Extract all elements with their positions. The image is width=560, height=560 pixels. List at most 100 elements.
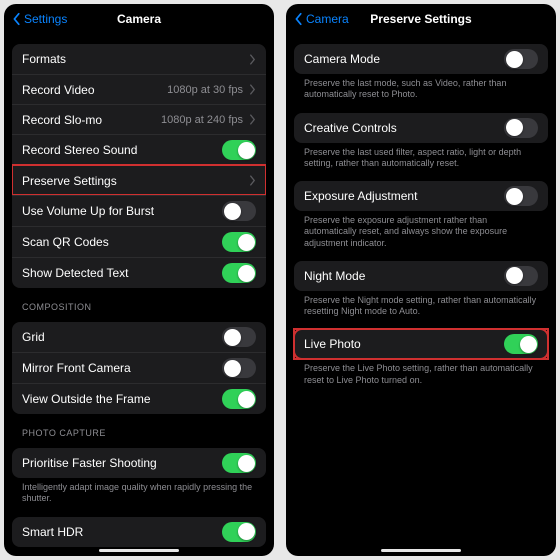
toggle-knob [238,391,255,408]
settings-row[interactable]: Mirror Front Camera [12,352,266,383]
toggle-knob [238,142,255,159]
row-label: View Outside the Frame [22,392,222,406]
toggle[interactable] [222,358,256,378]
toggle[interactable] [222,140,256,160]
row-label: Record Slo-mo [22,113,161,127]
toggle[interactable] [504,266,538,286]
settings-row[interactable]: Show Detected Text [12,257,266,288]
settings-group-hdr: Smart HDR [12,517,266,547]
settings-row[interactable]: Record Slo-mo1080p at 240 fps [12,104,266,134]
section-header-photo-capture: PHOTO CAPTURE [22,428,262,438]
settings-row[interactable]: Exposure Adjustment [294,181,548,211]
settings-row[interactable]: Smart HDR [12,517,266,547]
toggle[interactable] [222,522,256,542]
row-label: Creative Controls [304,121,504,135]
row-label: Night Mode [304,269,504,283]
preserve-group: Creative Controls [294,113,548,143]
toggle-knob [520,336,537,353]
settings-group-photo-capture: Prioritise Faster Shooting [12,448,266,478]
settings-row[interactable]: Record Video1080p at 30 fps [12,74,266,104]
chevron-left-icon [12,12,22,26]
toggle-knob [238,523,255,540]
row-value: 1080p at 240 fps [161,114,243,126]
chevron-right-icon [249,114,256,125]
toggle[interactable] [222,263,256,283]
toggle[interactable] [222,389,256,409]
chevron-right-icon [249,54,256,65]
chevron-right-icon [249,175,256,186]
row-label: Live Photo [304,337,504,351]
toggle-knob [506,51,523,68]
back-button[interactable]: Settings [12,12,67,26]
row-label: Preserve Settings [22,174,249,188]
settings-row[interactable]: Preserve Settings [12,165,266,195]
row-label: Show Detected Text [22,266,222,280]
row-label: Exposure Adjustment [304,189,504,203]
back-button[interactable]: Camera [294,12,349,26]
scroll-area[interactable]: FormatsRecord Video1080p at 30 fpsRecord… [4,34,274,556]
settings-row[interactable]: Record Stereo Sound [12,134,266,165]
toggle-knob [238,265,255,282]
row-description: Preserve the Night mode setting, rather … [294,291,548,320]
row-label: Formats [22,52,249,66]
settings-row[interactable]: Grid [12,322,266,352]
settings-row[interactable]: Scan QR Codes [12,226,266,257]
settings-row[interactable]: Prioritise Faster Shooting [12,448,266,478]
toggle[interactable] [504,118,538,138]
toggle-knob [506,188,523,205]
row-label: Grid [22,330,222,344]
settings-group-composition: Grid Mirror Front Camera View Outside the … [12,322,266,414]
row-description: Preserve the last used filter, aspect ra… [294,143,548,172]
toggle[interactable] [504,186,538,206]
row-description: Preserve the Live Photo setting, rather … [294,359,548,388]
navbar: Settings Camera [4,4,274,34]
home-indicator[interactable] [99,549,179,552]
scroll-area[interactable]: Camera Mode Preserve the last mode, such … [286,34,556,556]
toggle-knob [506,119,523,136]
row-description: Preserve the exposure adjustment rather … [294,211,548,251]
toggle-knob [506,267,523,284]
row-label: Camera Mode [304,52,504,66]
toggle[interactable] [222,201,256,221]
preserve-group: Exposure Adjustment [294,181,548,211]
toggle-knob [238,234,255,251]
settings-row[interactable]: View Outside the Frame [12,383,266,414]
row-label: Mirror Front Camera [22,361,222,375]
back-label: Camera [306,12,349,26]
section-header-composition: COMPOSITION [22,302,262,312]
toggle[interactable] [222,232,256,252]
settings-row[interactable]: Camera Mode [294,44,548,74]
row-description: Preserve the last mode, such as Video, r… [294,74,548,103]
settings-row[interactable]: Formats [12,44,266,74]
preserve-group: Night Mode [294,261,548,291]
toggle[interactable] [504,49,538,69]
toggle[interactable] [504,334,538,354]
back-label: Settings [24,12,67,26]
toggle[interactable] [222,327,256,347]
preserve-group: Camera Mode [294,44,548,74]
navbar: Camera Preserve Settings [286,4,556,34]
settings-group-main: FormatsRecord Video1080p at 30 fpsRecord… [12,44,266,288]
row-label: Scan QR Codes [22,235,222,249]
row-label: Record Stereo Sound [22,143,222,157]
row-label: Record Video [22,83,167,97]
settings-row[interactable]: Use Volume Up for Burst [12,195,266,226]
camera-settings-screen: Settings Camera FormatsRecord Video1080p… [4,4,274,556]
settings-row[interactable]: Night Mode [294,261,548,291]
chevron-right-icon [249,84,256,95]
chevron-left-icon [294,12,304,26]
toggle-knob [224,203,241,220]
settings-row[interactable]: Live Photo [294,329,548,359]
row-label: Use Volume Up for Burst [22,204,222,218]
toggle-knob [238,455,255,472]
toggle-knob [224,329,241,346]
settings-row[interactable]: Creative Controls [294,113,548,143]
toggle[interactable] [222,453,256,473]
home-indicator[interactable] [381,549,461,552]
row-label: Smart HDR [22,525,222,539]
preserve-settings-screen: Camera Preserve Settings Camera Mode Pres… [286,4,556,556]
toggle-knob [224,360,241,377]
row-label: Prioritise Faster Shooting [22,456,222,470]
preserve-group: Live Photo [294,329,548,359]
row-value: 1080p at 30 fps [167,84,243,96]
